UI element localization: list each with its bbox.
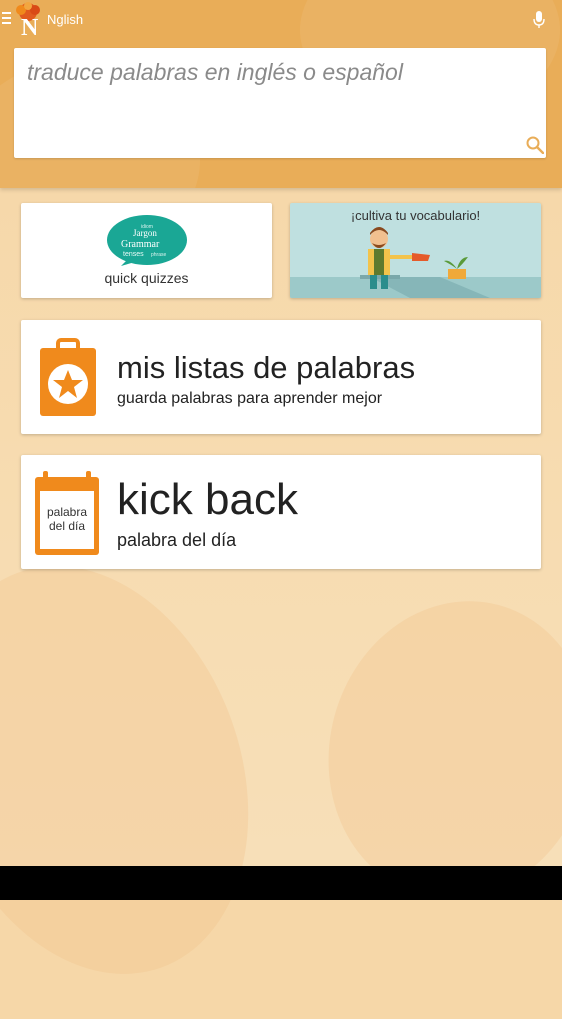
gardener-illustration [290, 227, 541, 298]
search-input[interactable] [25, 58, 529, 87]
word-of-the-day-word[interactable]: kick back [117, 475, 298, 525]
calendar-icon: palabra del día [35, 471, 99, 555]
search-box[interactable] [14, 48, 546, 158]
my-word-lists-subtitle: guarda palabras para aprender mejor [117, 390, 383, 407]
svg-text:tenses: tenses [123, 251, 144, 258]
app-logo[interactable]: N [9, 2, 47, 38]
word-of-the-day-card[interactable]: palabra del día kick back palabra del dí… [21, 455, 541, 569]
grow-vocabulary-tile[interactable]: ¡cultiva tu vocabulario! [290, 203, 541, 298]
word-of-the-day-subtitle: palabra del día [117, 530, 237, 550]
svg-text:N: N [21, 15, 39, 38]
svg-text:phrase: phrase [151, 252, 167, 258]
quick-quizzes-tile[interactable]: Jargon Grammar tenses idiom phrase quick… [21, 203, 272, 298]
header: N Nglish [0, 0, 562, 188]
my-word-lists-title: mis listas de palabras [117, 350, 416, 385]
quick-quizzes-label: quick quizzes [104, 270, 189, 286]
grow-vocabulary-label: ¡cultiva tu vocabulario! [350, 208, 481, 223]
svg-text:idiom: idiom [141, 224, 153, 230]
microphone-icon[interactable] [533, 11, 545, 29]
app-title: Nglish [47, 12, 84, 27]
svg-text:Grammar: Grammar [121, 239, 160, 250]
calendar-icon-text-line1: palabra [46, 505, 88, 519]
clipboard-star-icon [40, 338, 96, 416]
calendar-icon-text-line2: del día [48, 519, 86, 533]
search-icon[interactable] [526, 136, 544, 154]
app-bar: N Nglish [0, 0, 562, 40]
my-word-lists-card[interactable]: mis listas de palabras guarda palabras p… [21, 320, 541, 434]
system-navigation-bar [0, 866, 562, 900]
word-cloud-icon: Jargon Grammar tenses idiom phrase [107, 215, 187, 266]
